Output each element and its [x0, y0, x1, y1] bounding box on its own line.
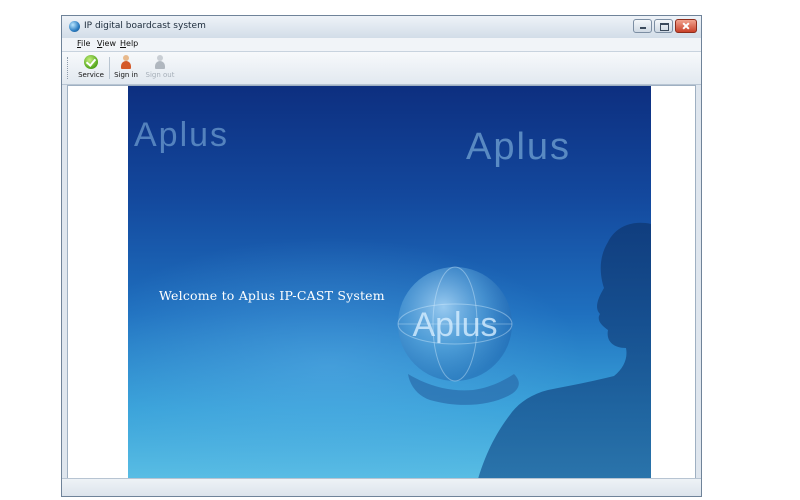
welcome-banner: Aplus Aplus Aplus Welcome to Aplus IP-CA… [128, 86, 651, 479]
window-title: IP digital boardcast system [84, 21, 206, 31]
toolbar: Service Sign in Sign out [62, 52, 701, 85]
title-bar[interactable]: IP digital boardcast system [62, 16, 701, 39]
app-window: IP digital boardcast system File View He… [61, 15, 702, 497]
service-button[interactable]: Service [76, 54, 106, 82]
status-bar [62, 478, 701, 496]
sign-out-button[interactable]: Sign out [144, 54, 176, 82]
check-icon [84, 55, 98, 69]
welcome-message: Welcome to Aplus IP-CAST System [159, 288, 385, 303]
menu-view[interactable]: View [97, 39, 116, 48]
window-controls [633, 19, 697, 33]
close-button[interactable] [675, 19, 697, 33]
maximize-button[interactable] [654, 19, 673, 33]
globe-icon [69, 21, 80, 32]
sign-out-label: Sign out [145, 71, 175, 79]
user-icon [119, 55, 133, 69]
sign-in-button[interactable]: Sign in [112, 54, 140, 82]
woman-silhouette-illustration: Aplus [397, 222, 651, 479]
globe-graphic: Aplus [397, 266, 513, 382]
menu-file[interactable]: File [77, 39, 90, 48]
menu-bar: File View Help [62, 38, 701, 52]
service-label: Service [78, 71, 104, 79]
menu-help[interactable]: Help [120, 39, 138, 48]
sign-in-label: Sign in [114, 71, 138, 79]
toolbar-separator [109, 57, 110, 79]
minimize-button[interactable] [633, 19, 652, 33]
toolbar-grip[interactable] [67, 57, 70, 79]
content-area: Aplus Aplus Aplus Welcome to Aplus IP-CA… [67, 85, 696, 480]
globe-brand-text: Aplus [412, 306, 497, 344]
user-disabled-icon [153, 55, 167, 69]
